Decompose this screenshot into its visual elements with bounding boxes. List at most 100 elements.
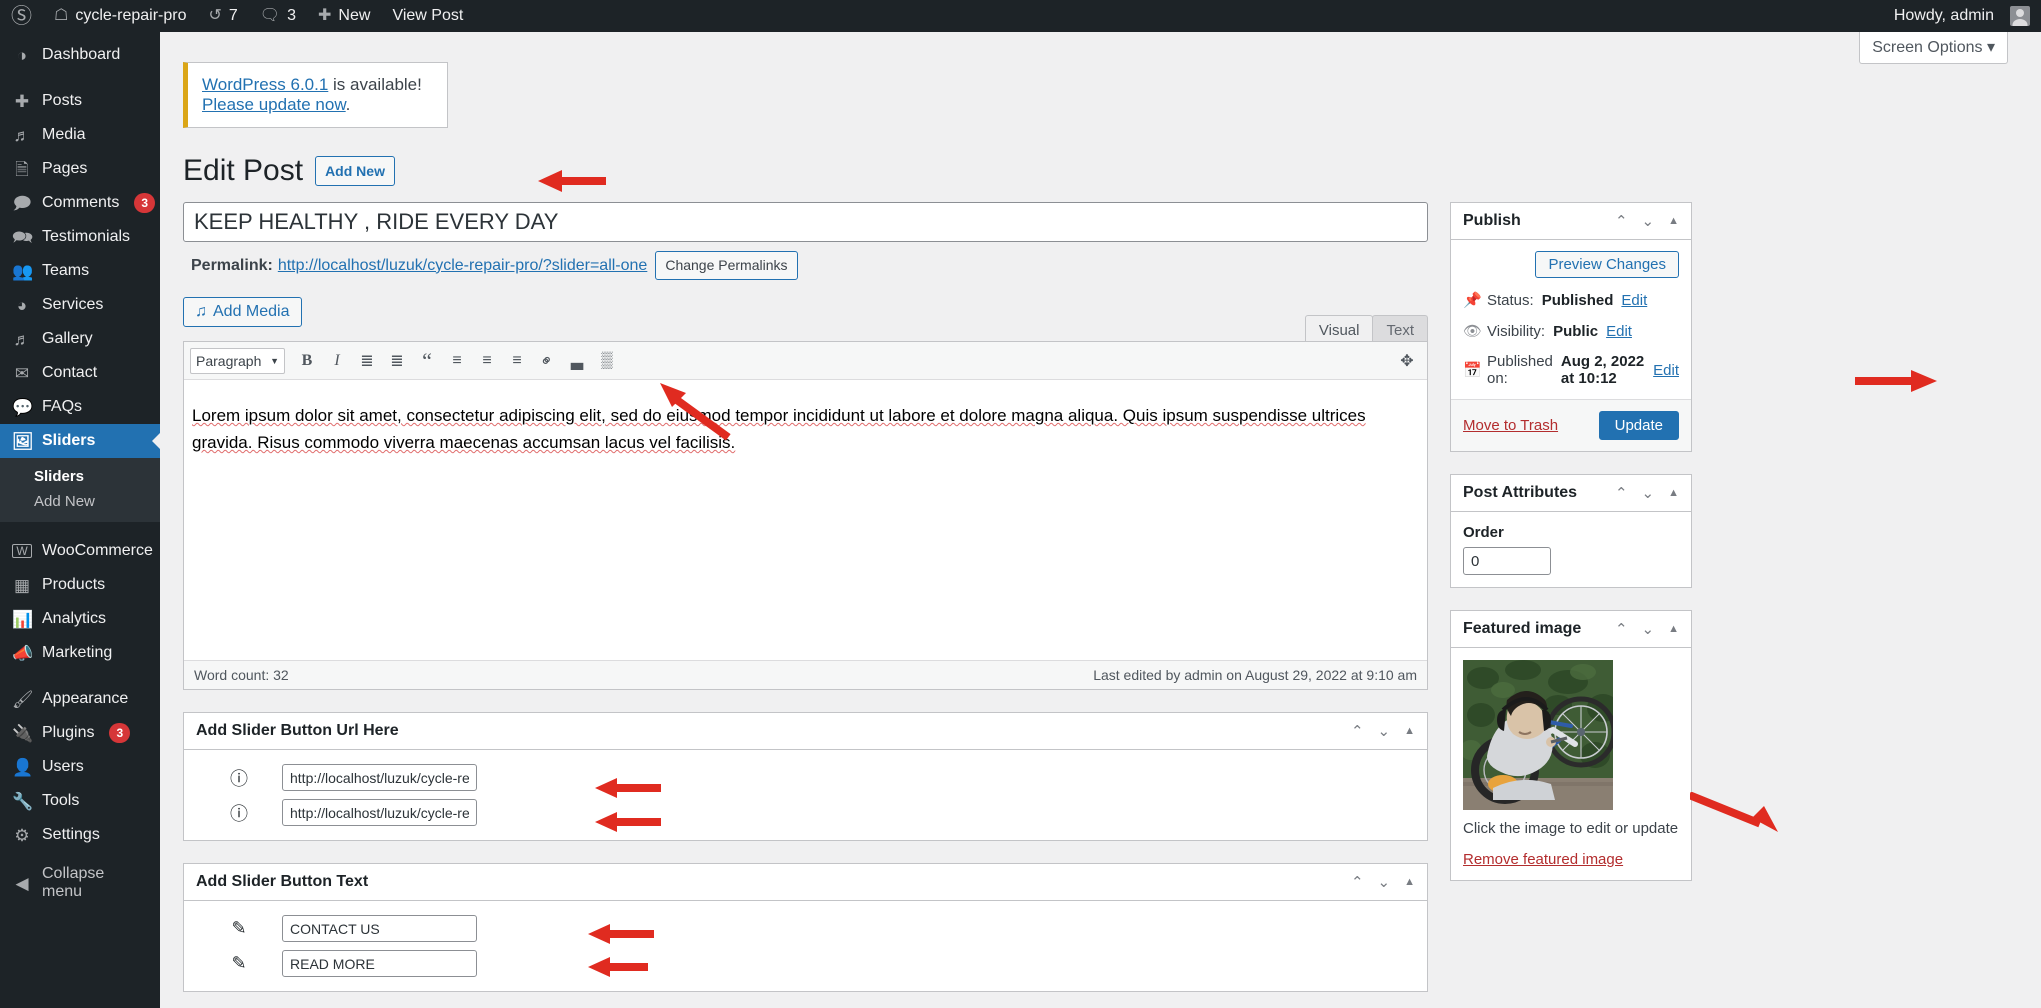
slider-button-url-2-input[interactable] xyxy=(282,799,477,826)
sidebar-item-testimonials[interactable]: 🗪 Testimonials xyxy=(0,220,160,254)
align-center-icon[interactable]: ≡ xyxy=(473,347,501,375)
sidebar-item-woocommerce[interactable]: W WooCommerce xyxy=(0,534,160,568)
sidebar-item-label: FAQs xyxy=(42,398,83,415)
toggle-panel-icon[interactable]: ▲ xyxy=(1668,487,1679,499)
blockquote-icon[interactable]: “ xyxy=(413,347,441,375)
bulleted-list-icon[interactable]: ≣ xyxy=(353,347,381,375)
move-up-icon[interactable]: ⌃ xyxy=(1351,873,1364,891)
slider-button-text-2-input[interactable] xyxy=(282,950,477,977)
info-icon: ⓘ xyxy=(230,803,248,824)
toggle-panel-icon[interactable]: ▲ xyxy=(1404,876,1415,888)
sidebar-item-faqs[interactable]: 💬 FAQs xyxy=(0,390,160,424)
submenu-item-add-new[interactable]: Add New xyxy=(0,489,160,514)
move-down-icon[interactable]: ⌄ xyxy=(1642,212,1655,230)
status-value: Published xyxy=(1541,291,1614,309)
move-to-trash-link[interactable]: Move to Trash xyxy=(1463,417,1558,434)
toggle-panel-icon[interactable]: ▲ xyxy=(1668,215,1679,227)
collapse-menu-button[interactable]: ◀ Collapse menu xyxy=(0,865,160,900)
bold-icon[interactable]: B xyxy=(293,347,321,375)
move-down-icon[interactable]: ⌄ xyxy=(1378,722,1391,740)
paragraph-format-select[interactable]: Paragraph ▼ xyxy=(190,347,285,374)
sidebar-item-products[interactable]: ▦ Products xyxy=(0,568,160,602)
move-up-icon[interactable]: ⌃ xyxy=(1615,484,1628,502)
submenu-item-sliders[interactable]: Sliders xyxy=(0,464,160,489)
sidebar-item-pages[interactable]: 🗎 Pages xyxy=(0,152,160,186)
distraction-free-icon[interactable]: ✥ xyxy=(1393,347,1421,375)
published-edit-link[interactable]: Edit xyxy=(1653,362,1679,379)
sidebar-item-gallery[interactable]: ♬ Gallery xyxy=(0,322,160,356)
italic-icon[interactable]: I xyxy=(323,347,351,375)
sidebar-item-services[interactable]: ◕ Services xyxy=(0,288,160,322)
sidebar-item-dashboard[interactable]: ◑ Dashboard xyxy=(0,38,160,72)
featured-image-caption: Click the image to edit or update xyxy=(1463,820,1679,837)
updates-menu[interactable]: ↺ 7 xyxy=(197,0,248,32)
featured-image-handle-actions: ⌃ ⌄ ▲ xyxy=(1615,620,1679,638)
update-button[interactable]: Update xyxy=(1598,411,1679,440)
sidebar-item-sliders[interactable]: 🖼 Sliders xyxy=(0,424,160,458)
sidebar-item-label: Contact xyxy=(42,364,98,381)
sidebar-item-label: Users xyxy=(42,758,84,775)
post-body: Permalink: http://localhost/luzuk/cycle-… xyxy=(183,202,2008,992)
sidebar-item-label: Tools xyxy=(42,792,80,809)
preview-changes-button[interactable]: Preview Changes xyxy=(1535,251,1679,278)
slider-button-url-1-input[interactable] xyxy=(282,764,477,791)
sidebar-item-users[interactable]: 👤 Users xyxy=(0,750,160,784)
toolbar-toggle-icon[interactable]: ▒ xyxy=(593,347,621,375)
add-new-button[interactable]: Add New xyxy=(315,155,395,187)
sidebar-item-appearance[interactable]: 🖌 Appearance xyxy=(0,682,160,716)
sidebar-item-tools[interactable]: 🔧 Tools xyxy=(0,784,160,818)
move-up-icon[interactable]: ⌃ xyxy=(1615,212,1628,230)
featured-image-title: Featured image xyxy=(1463,620,1582,637)
sidebar-item-label: Plugins xyxy=(42,724,95,741)
sidebar-item-plugins[interactable]: 🔌 Plugins 3 xyxy=(0,716,160,750)
align-left-icon[interactable]: ≡ xyxy=(443,347,471,375)
slider-button-text-1-input[interactable] xyxy=(282,915,477,942)
view-post-link[interactable]: View Post xyxy=(381,0,474,32)
move-down-icon[interactable]: ⌄ xyxy=(1642,620,1655,638)
sidebar-item-media[interactable]: ♬ Media xyxy=(0,118,160,152)
screen-options-toggle[interactable]: Screen Options ▾ xyxy=(1859,32,2008,64)
sidebar-item-analytics[interactable]: 📊 Analytics xyxy=(0,602,160,636)
status-edit-link[interactable]: Edit xyxy=(1621,292,1647,309)
numbered-list-icon[interactable]: ≣ xyxy=(383,347,411,375)
toggle-panel-icon[interactable]: ▲ xyxy=(1668,623,1679,635)
move-up-icon[interactable]: ⌃ xyxy=(1615,620,1628,638)
my-account-menu[interactable]: Howdy, admin xyxy=(1883,0,2041,32)
please-update-now-link[interactable]: Please update now xyxy=(202,95,346,114)
wordpress-version-link[interactable]: WordPress 6.0.1 xyxy=(202,75,328,94)
sidebar-item-settings[interactable]: ⚙ Settings xyxy=(0,818,160,852)
visibility-edit-link[interactable]: Edit xyxy=(1606,323,1632,340)
sidebar-item-posts[interactable]: ✚ Posts xyxy=(0,84,160,118)
sidebar-item-contact[interactable]: ✉ Contact xyxy=(0,356,160,390)
toggle-panel-icon[interactable]: ▲ xyxy=(1404,725,1415,737)
publish-footer: Move to Trash Update xyxy=(1451,399,1691,451)
insert-link-icon[interactable]: ⚭ xyxy=(527,341,567,381)
teams-icon: 👥 xyxy=(12,261,34,281)
add-media-button[interactable]: ♫ Add Media xyxy=(183,297,302,327)
move-up-icon[interactable]: ⌃ xyxy=(1351,722,1364,740)
comment-bubble-icon: 🗨 xyxy=(259,7,281,24)
sidebar-item-marketing[interactable]: 📣 Marketing xyxy=(0,636,160,670)
remove-featured-image-link[interactable]: Remove featured image xyxy=(1463,851,1679,868)
post-title-input[interactable] xyxy=(183,202,1428,242)
featured-image-box: Featured image ⌃ ⌄ ▲ Click the image to … xyxy=(1450,610,1692,881)
sidebar-item-label: Sliders xyxy=(42,432,96,449)
order-label: Order xyxy=(1463,524,1504,541)
move-down-icon[interactable]: ⌄ xyxy=(1642,484,1655,502)
new-content-menu[interactable]: ✚ New xyxy=(307,0,381,32)
sidebar-item-teams[interactable]: 👥 Teams xyxy=(0,254,160,288)
move-down-icon[interactable]: ⌄ xyxy=(1378,873,1391,891)
media-icon: ♬ xyxy=(13,125,31,145)
sidebar-item-comments[interactable]: 🗩 Comments 3 xyxy=(0,186,160,220)
tab-visual[interactable]: Visual xyxy=(1304,315,1374,344)
notice-middle-text: is available! xyxy=(328,75,422,94)
change-permalinks-button[interactable]: Change Permalinks xyxy=(655,251,798,280)
editor-content-area[interactable]: Lorem ipsum dolor sit amet, consectetur … xyxy=(184,380,1427,660)
permalink-url-link[interactable]: http://localhost/luzuk/cycle-repair-pro/… xyxy=(278,257,648,275)
tab-text[interactable]: Text xyxy=(1372,315,1428,344)
featured-image-thumbnail[interactable] xyxy=(1463,660,1613,810)
site-name-menu[interactable]: ☖ cycle-repair-pro xyxy=(43,0,197,32)
wordpress-logo-menu[interactable]: Ⓢ xyxy=(0,0,43,32)
comments-menu[interactable]: 🗨 3 xyxy=(249,0,307,32)
menu-order-input[interactable] xyxy=(1463,547,1551,575)
